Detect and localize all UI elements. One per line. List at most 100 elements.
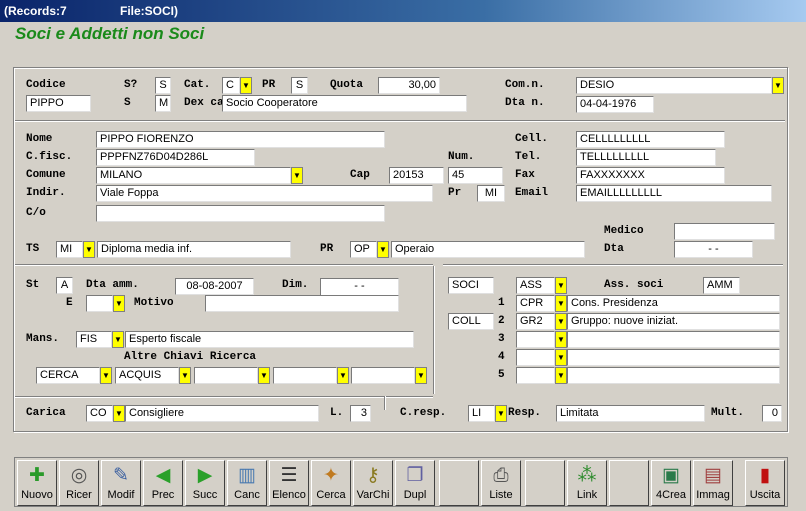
- ricerca-button[interactable]: ◎ Ricer: [59, 460, 99, 506]
- fax-field[interactable]: FAXXXXXXX: [576, 167, 725, 184]
- ts-dropdown-icon[interactable]: ▼: [83, 241, 95, 258]
- coll-field[interactable]: COLL: [448, 313, 494, 330]
- indirizzo-field[interactable]: Viale Foppa: [96, 185, 433, 202]
- dta-amm-field[interactable]: 08-08-2007: [175, 278, 254, 295]
- mansione-dropdown-icon[interactable]: ▼: [112, 331, 124, 348]
- ts-desc-field[interactable]: Diploma media inf.: [97, 241, 291, 258]
- row-3-code-field[interactable]: [516, 331, 555, 348]
- canc-button[interactable]: ▥ Canc: [227, 460, 267, 506]
- soci-field[interactable]: SOCI: [448, 277, 494, 294]
- cfisc-field[interactable]: PPPFNZ76D04D286L: [96, 149, 255, 166]
- prec-button[interactable]: ◀ Prec: [143, 460, 183, 506]
- modifica-button[interactable]: ✎ Modif: [101, 460, 141, 506]
- empty-button-2[interactable]: [525, 460, 565, 506]
- row-3-dropdown-icon[interactable]: ▼: [555, 331, 567, 348]
- empty-button-1[interactable]: [439, 460, 479, 506]
- empty-button-3[interactable]: [609, 460, 649, 506]
- cat-dropdown-icon[interactable]: ▼: [240, 77, 252, 94]
- chiave-1-field[interactable]: CERCA: [36, 367, 100, 384]
- keys-icon: ⚷: [366, 465, 380, 486]
- pr-field[interactable]: S: [291, 77, 308, 94]
- link-button[interactable]: ⁂ Link: [567, 460, 607, 506]
- mult-field[interactable]: 0: [762, 405, 782, 422]
- e-field[interactable]: [86, 295, 113, 312]
- co-field[interactable]: [96, 205, 385, 222]
- row-2-dropdown-icon[interactable]: ▼: [555, 313, 567, 330]
- row-1-dropdown-icon[interactable]: ▼: [555, 295, 567, 312]
- carica-dropdown-icon[interactable]: ▼: [113, 405, 125, 422]
- chiave-5-field[interactable]: [351, 367, 415, 384]
- liste-button[interactable]: ⎙ Liste: [481, 460, 521, 506]
- cerca-button[interactable]: ✦ Cerca: [311, 460, 351, 506]
- cap-field[interactable]: 20153: [389, 167, 444, 184]
- row-1-code-field[interactable]: CPR: [516, 295, 555, 312]
- codice-field[interactable]: PIPPO: [26, 95, 91, 112]
- ass-field[interactable]: ASS: [516, 277, 555, 294]
- c-resp-dropdown-icon[interactable]: ▼: [495, 405, 507, 422]
- cell-field[interactable]: CELLLLLLLLL: [576, 131, 725, 148]
- succ-button[interactable]: ▶ Succ: [185, 460, 225, 506]
- motivo-field[interactable]: [205, 295, 399, 312]
- row-5-dropdown-icon[interactable]: ▼: [555, 367, 567, 384]
- com-nascita-dropdown-icon[interactable]: ▼: [772, 77, 784, 94]
- row-4-code-field[interactable]: [516, 349, 555, 366]
- comune-label: Comune: [26, 169, 66, 181]
- resp-field[interactable]: Limitata: [556, 405, 705, 422]
- crea-button[interactable]: ▣ 4Crea: [651, 460, 691, 506]
- mansione-desc-field[interactable]: Esperto fiscale: [125, 331, 414, 348]
- sesso-field[interactable]: M: [155, 95, 171, 112]
- dex-ca-label: Dex ca: [184, 97, 224, 109]
- st-field[interactable]: A: [56, 277, 73, 294]
- professione-desc-field[interactable]: Operaio: [391, 241, 585, 258]
- c-resp-field[interactable]: LI: [468, 405, 495, 422]
- ass-dropdown-icon[interactable]: ▼: [555, 277, 567, 294]
- chiave-4-dropdown-icon[interactable]: ▼: [337, 367, 349, 384]
- chiave-3-field[interactable]: [194, 367, 258, 384]
- professione-dropdown-icon[interactable]: ▼: [377, 241, 389, 258]
- immag-button[interactable]: ▤ Immag: [693, 460, 733, 506]
- medico-field[interactable]: [674, 223, 775, 240]
- l-field[interactable]: 3: [350, 405, 371, 422]
- search-icon: ✦: [323, 465, 339, 486]
- elenco-button[interactable]: ☰ Elenco: [269, 460, 309, 506]
- e-dropdown-icon[interactable]: ▼: [113, 295, 125, 312]
- row-2-code-field[interactable]: GR2: [516, 313, 555, 330]
- row-2-desc-field[interactable]: Gruppo: nuove iniziat.: [567, 313, 780, 330]
- row-4-desc-field[interactable]: [567, 349, 780, 366]
- row-5-desc-field[interactable]: [567, 367, 780, 384]
- row-1-desc-field[interactable]: Cons. Presidenza: [567, 295, 780, 312]
- provincia-field[interactable]: MI: [477, 185, 505, 202]
- cat-field[interactable]: C: [222, 77, 240, 94]
- varchi-button[interactable]: ⚷ VarChi: [353, 460, 393, 506]
- ass-soci-field[interactable]: AMM: [703, 277, 740, 294]
- email-field[interactable]: EMAILLLLLLLLL: [576, 185, 772, 202]
- row-5-code-field[interactable]: [516, 367, 555, 384]
- carica-desc-field[interactable]: Consigliere: [125, 405, 319, 422]
- nome-field[interactable]: PIPPO FIORENZO: [96, 131, 385, 148]
- s-question-field[interactable]: S: [155, 77, 171, 94]
- chiave-1-dropdown-icon[interactable]: ▼: [100, 367, 112, 384]
- chiave-2-dropdown-icon[interactable]: ▼: [179, 367, 191, 384]
- tel-field[interactable]: TELLLLLLLLL: [576, 149, 716, 166]
- ts-field[interactable]: MI: [56, 241, 83, 258]
- comune-field[interactable]: MILANO: [96, 167, 291, 184]
- quota-field[interactable]: 30,00: [378, 77, 440, 94]
- comune-dropdown-icon[interactable]: ▼: [291, 167, 303, 184]
- chiave-4-field[interactable]: [273, 367, 337, 384]
- nuovo-button[interactable]: ✚ Nuovo: [17, 460, 57, 506]
- uscita-button[interactable]: ▮ Uscita: [745, 460, 785, 506]
- chiave-3-dropdown-icon[interactable]: ▼: [258, 367, 270, 384]
- professione-field[interactable]: OP: [350, 241, 377, 258]
- com-nascita-field[interactable]: DESIO: [576, 77, 772, 94]
- row-4-dropdown-icon[interactable]: ▼: [555, 349, 567, 366]
- dta-nascita-field[interactable]: 04-04-1976: [576, 96, 654, 113]
- dta-field[interactable]: - -: [674, 241, 753, 258]
- dex-categoria-field[interactable]: Socio Cooperatore: [222, 95, 467, 112]
- row-3-desc-field[interactable]: [567, 331, 780, 348]
- dupl-button[interactable]: ❐ Dupl: [395, 460, 435, 506]
- num-field[interactable]: 45: [448, 167, 503, 184]
- carica-field[interactable]: CO: [86, 405, 113, 422]
- chiave-2-field[interactable]: ACQUIS: [115, 367, 179, 384]
- chiave-5-dropdown-icon[interactable]: ▼: [415, 367, 427, 384]
- mansione-field[interactable]: FIS: [76, 331, 112, 348]
